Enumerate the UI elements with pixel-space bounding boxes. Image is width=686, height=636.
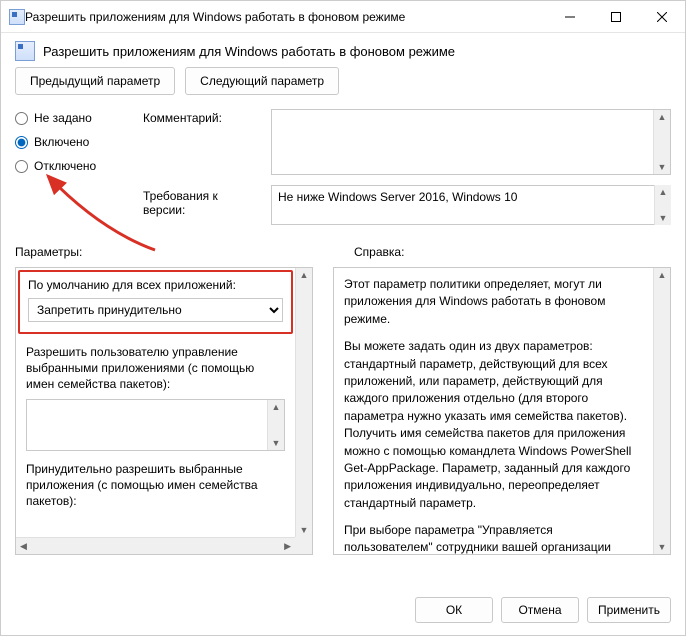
cancel-button[interactable]: Отмена (501, 597, 579, 623)
minimize-button[interactable] (547, 1, 593, 32)
scroll-up-icon[interactable]: ▲ (658, 110, 667, 124)
radio-label: Отключено (34, 159, 96, 173)
apply-button[interactable]: Применить (587, 597, 671, 623)
comment-textarea[interactable]: ▲ ▼ (271, 109, 671, 175)
maximize-button[interactable] (593, 1, 639, 32)
window-title: Разрешить приложениям для Windows работа… (25, 10, 547, 24)
help-text: Этот параметр политики определяет, могут… (334, 268, 653, 554)
default-option-select[interactable]: Запретить принудительно (28, 298, 283, 322)
radio-label: Включено (34, 135, 89, 149)
radio-not-configured[interactable]: Не задано (15, 111, 135, 125)
radio-enabled[interactable]: Включено (15, 135, 135, 149)
scroll-right-icon[interactable]: ▶ (280, 541, 295, 552)
scroll-up-icon[interactable]: ▲ (300, 268, 309, 282)
scroll-down-icon[interactable]: ▼ (658, 540, 667, 554)
radio-not-configured-input[interactable] (15, 112, 28, 125)
comment-label: Комментарий: (143, 109, 263, 125)
window-controls (547, 1, 685, 32)
policy-editor-window: Разрешить приложениям для Windows работа… (0, 0, 686, 636)
scrollbar-vertical[interactable]: ▲ ▼ (295, 268, 312, 537)
help-paragraph: Вы можете задать один из двух параметров… (344, 338, 643, 512)
version-label: Требования к версии: (143, 185, 263, 217)
highlighted-option: По умолчанию для всех приложений: Запрет… (18, 270, 293, 334)
allow-user-option-label: Разрешить пользователю управление выбран… (26, 344, 285, 393)
force-allow-option-label: Принудительно разрешить выбранные прилож… (26, 461, 285, 510)
radio-disabled[interactable]: Отключено (15, 159, 135, 173)
scroll-down-icon[interactable]: ▼ (300, 523, 309, 537)
radio-disabled-input[interactable] (15, 160, 28, 173)
allow-user-listbox[interactable]: ▲ ▼ (26, 399, 285, 451)
policy-title: Разрешить приложениям для Windows работа… (43, 44, 455, 59)
help-paragraph: Этот параметр политики определяет, могут… (344, 276, 643, 328)
version-box: Не ниже Windows Server 2016, Windows 10 … (271, 185, 671, 225)
titlebar: Разрешить приложениям для Windows работа… (1, 1, 685, 33)
footer-buttons: ОК Отмена Применить (1, 587, 685, 635)
nav-row: Предыдущий параметр Следующий параметр (1, 67, 685, 105)
ok-button[interactable]: ОК (415, 597, 493, 623)
version-value: Не ниже Windows Server 2016, Windows 10 (278, 190, 517, 204)
help-section-label: Справка: (354, 245, 671, 259)
help-panel: Этот параметр политики определяет, могут… (333, 267, 671, 555)
scroll-left-icon[interactable]: ◀ (16, 541, 31, 552)
radio-label: Не задано (34, 111, 92, 125)
previous-setting-button[interactable]: Предыдущий параметр (15, 67, 175, 95)
scrollbar-horizontal[interactable]: ◀ ▶ (16, 537, 295, 554)
default-option-label: По умолчанию для всех приложений: (28, 278, 283, 292)
panels-row: По умолчанию для всех приложений: Запрет… (1, 263, 685, 587)
subheader: Разрешить приложениям для Windows работа… (1, 33, 685, 67)
close-button[interactable] (639, 1, 685, 32)
version-row: Требования к версии: Не ниже Windows Ser… (1, 175, 685, 233)
scroll-down-icon[interactable]: ▼ (658, 160, 667, 174)
scroll-down-icon[interactable]: ▼ (659, 211, 668, 225)
sections-header-row: Параметры: Справка: (1, 233, 685, 263)
scroll-up-icon[interactable]: ▲ (272, 400, 281, 414)
app-icon (9, 9, 25, 25)
policy-icon (15, 41, 35, 61)
radio-enabled-input[interactable] (15, 136, 28, 149)
scrollbar-vertical[interactable]: ▲ ▼ (653, 268, 670, 554)
help-paragraph: При выборе параметра "Управляется пользо… (344, 522, 643, 554)
options-panel: По умолчанию для всех приложений: Запрет… (15, 267, 313, 555)
scroll-up-icon[interactable]: ▲ (659, 185, 668, 199)
options-section-label: Параметры: (15, 245, 330, 259)
scroll-up-icon[interactable]: ▲ (658, 268, 667, 282)
scrollbar-vertical[interactable]: ▲ ▼ (654, 185, 671, 225)
scrollbar-vertical[interactable]: ▲ ▼ (267, 400, 284, 450)
scroll-corner (295, 537, 312, 554)
scroll-down-icon[interactable]: ▼ (272, 436, 281, 450)
state-radio-group: Не задано Включено Отключено (15, 109, 135, 173)
scrollbar-vertical[interactable]: ▲ ▼ (653, 110, 670, 174)
next-setting-button[interactable]: Следующий параметр (185, 67, 339, 95)
config-row: Не задано Включено Отключено Комментарий… (1, 105, 685, 175)
